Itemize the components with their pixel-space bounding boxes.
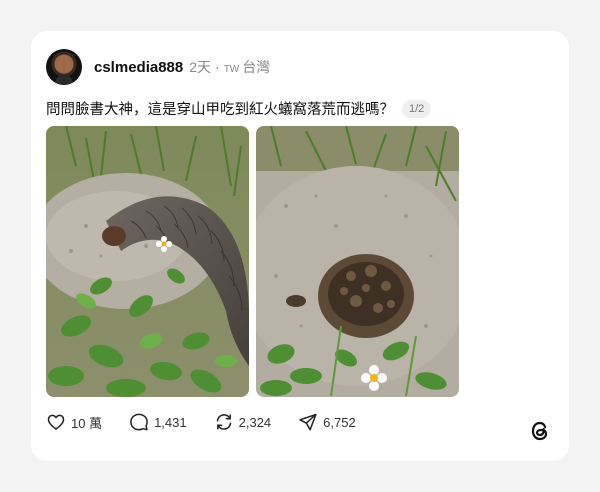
region: 台灣 — [242, 59, 271, 75]
heart-icon — [47, 414, 65, 430]
like-button[interactable]: 10 萬 — [46, 412, 102, 432]
share-count: 6,752 — [323, 414, 356, 430]
post-text: 問問臉書大神，這是穿山甲吃到紅火蟻窩落荒而逃嗎？ — [46, 102, 394, 118]
repost-count: 2,324 — [238, 414, 272, 430]
repost-button[interactable]: 2,324 — [214, 412, 272, 432]
comment-button[interactable]: 1,431 — [129, 412, 187, 432]
meta-separator: · — [215, 59, 220, 75]
image-pager: 1/2 — [402, 99, 432, 118]
username[interactable]: cslmedia888 — [94, 59, 183, 76]
action-bar: 10 萬 1,431 2,324 6,752 — [46, 412, 383, 432]
post-text-row: 問問臉書大神，這是穿山甲吃到紅火蟻窩落荒而逃嗎？ 1/2 — [46, 98, 432, 119]
ant-nest-photo[interactable] — [256, 126, 459, 397]
post-header: cslmedia888 2天 · TW 台灣 — [46, 49, 270, 85]
avatar[interactable] — [46, 49, 82, 85]
share-button[interactable]: 6,752 — [298, 412, 356, 432]
like-count: 10 萬 — [71, 415, 103, 431]
time-ago[interactable]: 2天 — [189, 59, 211, 75]
comment-bubble-icon — [130, 413, 148, 431]
comment-count: 1,431 — [154, 414, 187, 430]
threads-logo-icon[interactable] — [528, 419, 552, 443]
send-icon — [299, 413, 317, 431]
repost-icon — [216, 414, 231, 430]
post-meta: 2天 · TW 台灣 — [189, 57, 270, 77]
region-code: TW — [223, 64, 240, 75]
post-card: cslmedia888 2天 · TW 台灣 問問臉書大神，這是穿山甲吃到紅火蟻窩落荒… — [31, 31, 569, 461]
pangolin-photo[interactable] — [46, 126, 249, 397]
image-carousel[interactable] — [46, 126, 459, 397]
